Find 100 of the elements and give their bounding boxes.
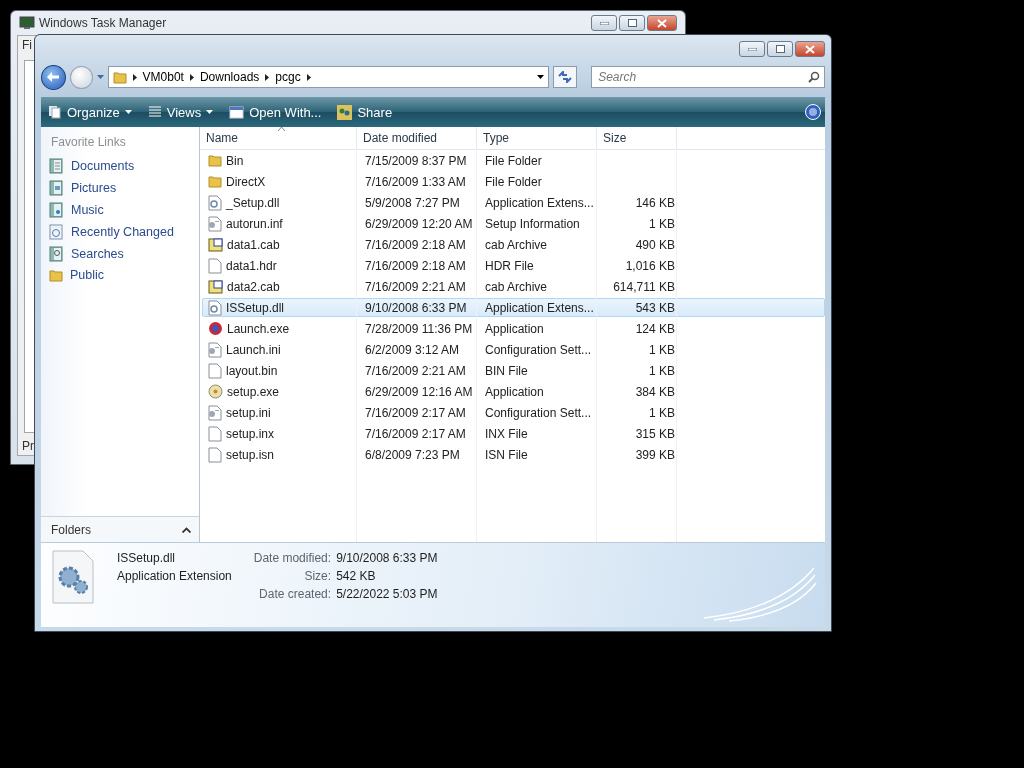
table-cell-text: File Folder: [484, 153, 543, 168]
nav-link[interactable]: Documents: [41, 155, 199, 177]
file-icon: [208, 257, 222, 274]
table-cell-text: Application: [484, 384, 545, 399]
file-name: setup.ini: [203, 404, 360, 421]
nav-link[interactable]: Music: [41, 199, 199, 221]
address-bar[interactable]: VM0b0t Downloads pcgc: [107, 66, 550, 88]
close-icon: [657, 18, 667, 28]
property-value: 9/10/2008 6:33 PM: [336, 551, 438, 565]
file-icon: [208, 446, 222, 463]
folder-icon: [49, 268, 63, 282]
table-cell-text: Application Extens...: [484, 300, 595, 315]
file-row[interactable]: setup.isn 6/8/2009 7:23 PM ISN File 399 KB: [202, 445, 825, 464]
section-header: Favorite Links: [50, 134, 127, 151]
table-cell-text: 7/16/2009 2:17 AM: [364, 426, 467, 441]
nav-link[interactable]: Recently Changed: [41, 221, 199, 243]
chevron-icon: [132, 73, 137, 81]
maximize-icon: [775, 45, 785, 53]
chevron-icon: [306, 73, 311, 81]
table-cell-text: 7/16/2009 1:33 AM: [364, 174, 467, 189]
table-cell-text: 1,016 KB: [624, 258, 676, 273]
gear-file-icon: [51, 549, 95, 605]
orb-icon: [208, 321, 223, 336]
monitor-icon: [19, 16, 35, 30]
nav-link[interactable]: Pictures: [41, 177, 199, 199]
refresh-button[interactable]: [553, 66, 578, 88]
status-text: Pr: [22, 439, 34, 453]
file-row[interactable]: DirectX 7/16/2009 1:33 AM File Folder: [202, 172, 825, 191]
toolbar-button[interactable]: Views: [144, 102, 217, 122]
file-name: ISSetup.dll: [117, 551, 177, 565]
chevron-icon: [265, 73, 270, 81]
back-button[interactable]: [41, 64, 66, 90]
file-row[interactable]: ISSetup.dll 9/10/2008 6:33 PM Application Extens... 543 KB: [202, 298, 825, 317]
property-value: 542 KB: [336, 569, 377, 583]
table-cell-text: Configuration Sett...: [484, 405, 593, 420]
table-cell-text: 124 KB: [634, 321, 676, 336]
folder-icon: [208, 175, 222, 188]
file-name: Launch.exe: [203, 321, 360, 336]
file-row[interactable]: layout.bin 7/16/2009 2:21 AM BIN File 1 KB: [202, 361, 825, 380]
breadcrumb-item[interactable]: pcgc: [275, 70, 301, 84]
file-name: layout.bin: [203, 362, 360, 379]
file-row[interactable]: setup.exe 6/29/2009 12:16 AM Application 384 KB: [202, 382, 825, 401]
table-cell-text: Setup Information: [484, 216, 581, 231]
document-icon: [49, 158, 64, 174]
table-cell-text: Application: [484, 321, 545, 336]
minimize-button[interactable]: [591, 15, 617, 31]
breadcrumb-item[interactable]: VM0b0t: [142, 70, 184, 84]
maximize-button[interactable]: [619, 15, 645, 31]
file-row[interactable]: data1.cab 7/16/2009 2:18 AM cab Archive 490 KB: [202, 235, 825, 254]
file-row[interactable]: Launch.ini 6/2/2009 3:12 AM Configuration Sett... 1 KB: [202, 340, 825, 359]
file-row[interactable]: _Setup.dll 5/9/2008 7:27 PM Application Extens... 146 KB: [202, 193, 825, 212]
table-cell-text: 7/16/2009 2:17 AM: [364, 405, 467, 420]
breadcrumb-item[interactable]: Downloads: [199, 70, 260, 84]
file-name: data1.hdr: [203, 257, 360, 274]
close-button[interactable]: [647, 15, 677, 31]
table-cell-text: 1 KB: [648, 342, 676, 357]
toolbar-button[interactable]: Organize: [45, 102, 135, 122]
file-row[interactable]: Bin 7/15/2009 8:37 PM File Folder: [202, 151, 825, 170]
chevron-icon: [189, 73, 194, 81]
file-row[interactable]: Launch.exe 7/28/2009 11:36 PM Application 124 KB: [202, 319, 825, 338]
file-row[interactable]: setup.inx 7/16/2009 2:17 AM INX File 315 KB: [202, 424, 825, 443]
toolbar-button[interactable]: Share: [334, 102, 396, 122]
table-cell-text: 315 KB: [634, 426, 676, 441]
toolbar-button[interactable]: Open With...: [226, 102, 325, 122]
table-cell-text: 490 KB: [634, 237, 676, 252]
table-cell-text: 9/10/2008 6:33 PM: [364, 300, 468, 315]
gear-file-icon: [208, 194, 222, 211]
nav-link[interactable]: Public: [41, 265, 199, 285]
property-value: 5/22/2022 5:03 PM: [336, 587, 438, 601]
file-name: data2.cab: [203, 279, 360, 294]
close-button[interactable]: [795, 41, 825, 57]
table-cell-text: Configuration Sett...: [484, 342, 593, 357]
file-name: data1.cab: [203, 237, 360, 252]
archive-file-icon: [208, 237, 223, 252]
file-row[interactable]: setup.ini 7/16/2009 2:17 AM Configuration Sett... 1 KB: [202, 403, 825, 422]
dropdown-arrow-icon: [96, 75, 104, 79]
maximize-icon: [627, 19, 637, 27]
nav-link[interactable]: Searches: [41, 243, 199, 265]
file-row[interactable]: data1.hdr 7/16/2009 2:18 AM HDR File 1,016 KB: [202, 256, 825, 275]
property-label: Size:: [303, 569, 332, 583]
folder-icon: [112, 70, 127, 84]
window-title: Windows Task Manager: [39, 16, 167, 30]
close-icon: [805, 44, 815, 54]
file-name: Launch.ini: [203, 341, 360, 358]
maximize-button[interactable]: [767, 41, 793, 57]
search-field[interactable]: Search: [591, 66, 825, 88]
table-cell-text: 614,711 KB: [612, 279, 676, 294]
file-row[interactable]: autorun.inf 6/29/2009 12:20 AM Setup Information 1 KB: [202, 214, 825, 233]
table-cell-text: BIN File: [484, 363, 529, 378]
property-label: Date modified:: [253, 551, 332, 565]
archive-file-icon: [208, 279, 223, 294]
table-cell-text: INX File: [484, 426, 529, 441]
chevron-up-icon: [182, 526, 191, 533]
folders-toggle[interactable]: Folders: [41, 516, 199, 542]
table-cell-text: 5/9/2008 7:27 PM: [364, 195, 461, 210]
menu-item[interactable]: Fi: [22, 38, 32, 52]
table-cell-text: 7/16/2009 2:21 AM: [364, 279, 467, 294]
table-cell-text: HDR File: [484, 258, 535, 273]
minimize-button[interactable]: [739, 41, 765, 57]
file-row[interactable]: data2.cab 7/16/2009 2:21 AM cab Archive 614,711 KB: [202, 277, 825, 296]
